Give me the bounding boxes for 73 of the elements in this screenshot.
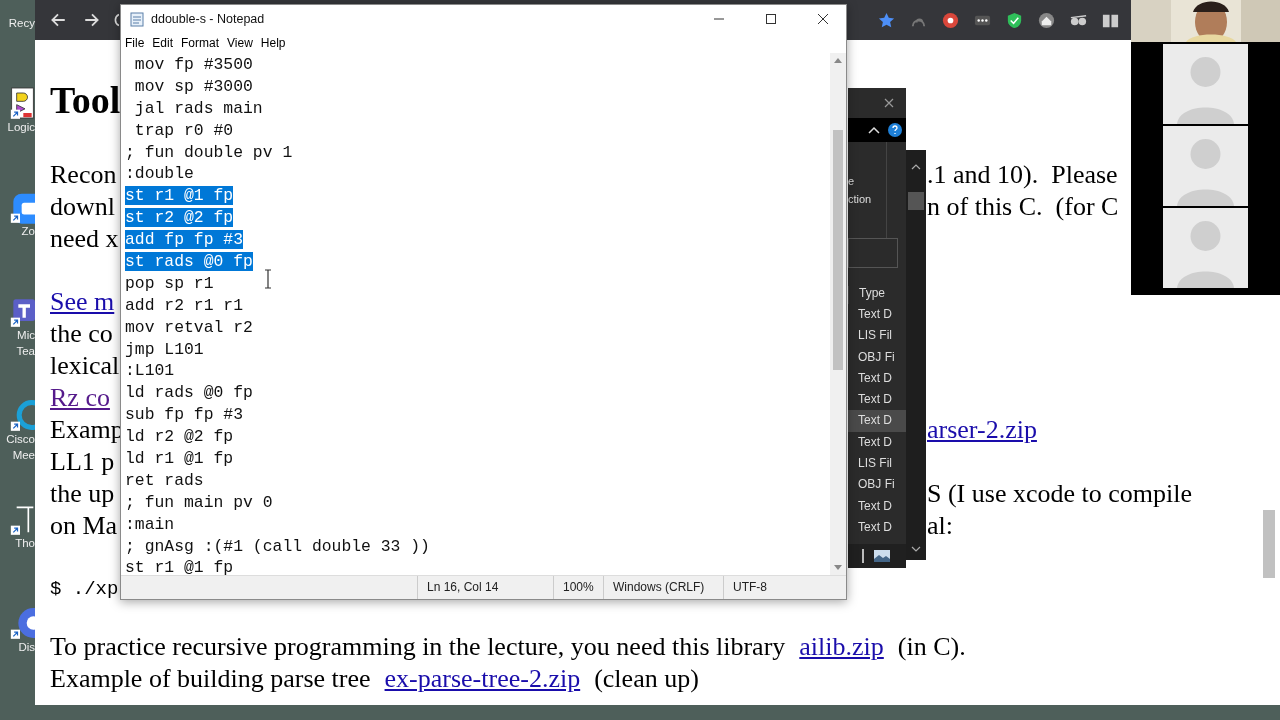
file-type-cell[interactable]: LIS Fil <box>848 453 906 475</box>
menu-item[interactable]: View <box>227 36 253 50</box>
code-line: jal rads main <box>133 98 263 118</box>
desktop-icon-label[interactable]: Recy <box>8 15 35 31</box>
file-type-cell[interactable]: Text D <box>848 495 906 517</box>
code-line: pop sp r1 <box>125 273 214 293</box>
desktop-icon-label[interactable]: Cisco Mee <box>6 431 35 463</box>
command-text: $ ./xp <box>50 577 119 602</box>
code-line: ld rads @0 fp <box>125 383 253 403</box>
status-text: 100% <box>553 576 603 599</box>
desktop-icon-label[interactable]: Zo <box>21 223 35 239</box>
ribbon-label[interactable]: e <box>848 175 886 187</box>
page-text: need x <box>50 223 119 255</box>
menu-item[interactable]: File <box>125 36 145 50</box>
file-type-cell[interactable]: Text D <box>848 431 906 454</box>
page-text: Example of building parse tree <box>50 663 371 695</box>
file-type-cell[interactable]: Text D <box>848 304 906 326</box>
file-type-cell[interactable]: LIS Fil <box>848 325 906 347</box>
code-line: :main <box>125 514 175 534</box>
file-type-cell[interactable]: Text D <box>848 516 906 539</box>
page-text: Recon <box>50 159 117 191</box>
page-text: lexical <box>50 350 120 382</box>
desktop-icon-label[interactable]: Tho <box>15 535 35 551</box>
page-text: LL1 p <box>50 446 115 478</box>
code-line: :L101 <box>125 361 175 381</box>
code-line: jmp L101 <box>125 339 204 359</box>
desktop-icon-label[interactable]: Mic Tea <box>16 327 35 359</box>
menu-item[interactable]: Format <box>181 36 220 50</box>
code-line: :double <box>125 164 194 184</box>
code-line: ld r1 @1 fp <box>125 449 234 469</box>
page-heading: Tool <box>50 78 122 123</box>
code-line: ret rads <box>125 470 204 490</box>
code-line: mov retval r2 <box>125 317 253 337</box>
page-text: (in C). <box>897 631 966 663</box>
page-text: al: <box>927 510 953 542</box>
file-type-cell[interactable]: Text D <box>848 389 906 411</box>
code-line: ; fun main pv 0 <box>125 492 273 512</box>
page-text: downl <box>50 191 115 223</box>
menu-item[interactable]: Help <box>260 36 286 50</box>
menu-item[interactable]: Edit <box>152 36 174 50</box>
code-line: add r2 r1 r1 <box>125 295 244 315</box>
window-title: ddouble-s - Notepad <box>151 12 265 26</box>
file-type-cell[interactable]: Text D <box>848 367 906 390</box>
page-link[interactable]: See m <box>50 286 115 318</box>
desktop-icon-label[interactable]: Dis <box>18 639 35 655</box>
ribbon-label[interactable]: ction <box>848 193 886 205</box>
page-text: n of this C. (for C <box>927 191 1119 223</box>
page-text: the co <box>50 318 113 350</box>
desktop-icon-label[interactable]: Logic <box>7 119 35 135</box>
file-type-cell[interactable]: Text D <box>848 410 906 432</box>
status-text: Ln 16, Col 14 <box>417 576 553 599</box>
page-link[interactable]: arser-2.zip <box>927 414 1037 446</box>
page-text: .1 and 10). Please <box>927 159 1118 191</box>
code-line: sub fp fp #3 <box>125 405 244 425</box>
page-text: To practice recursive programming in the lecture, you need this library <box>50 631 786 663</box>
code-line: mov fp #3500 <box>133 55 253 74</box>
page-link[interactable]: ex-parse-tree-2.zip <box>384 663 581 695</box>
file-type-cell[interactable]: OBJ Fi <box>848 346 906 368</box>
page-text: S (I use xcode to compile <box>927 478 1192 510</box>
page-link[interactable]: ailib.zip <box>799 631 884 663</box>
code-line: trap r0 #0 <box>133 120 234 140</box>
page-link[interactable]: Rz co <box>50 382 110 414</box>
code-line: mov sp #3000 <box>133 76 253 96</box>
page-text: on Ma <box>50 510 118 542</box>
file-type-cell[interactable]: OBJ Fi <box>848 474 906 496</box>
page-text: (clean up) <box>594 663 699 695</box>
status-text: UTF-8 <box>723 576 846 599</box>
status-text: Windows (CRLF) <box>603 576 723 599</box>
code-line: ld r2 @2 fp <box>125 427 234 447</box>
code-line: ; gnAsg :(#1 (call double 33 )) <box>125 536 430 556</box>
code-line: st r1 @1 fp <box>125 558 234 575</box>
code-line: ; fun double pv 1 <box>125 142 293 162</box>
page-text: the up <box>50 478 115 510</box>
